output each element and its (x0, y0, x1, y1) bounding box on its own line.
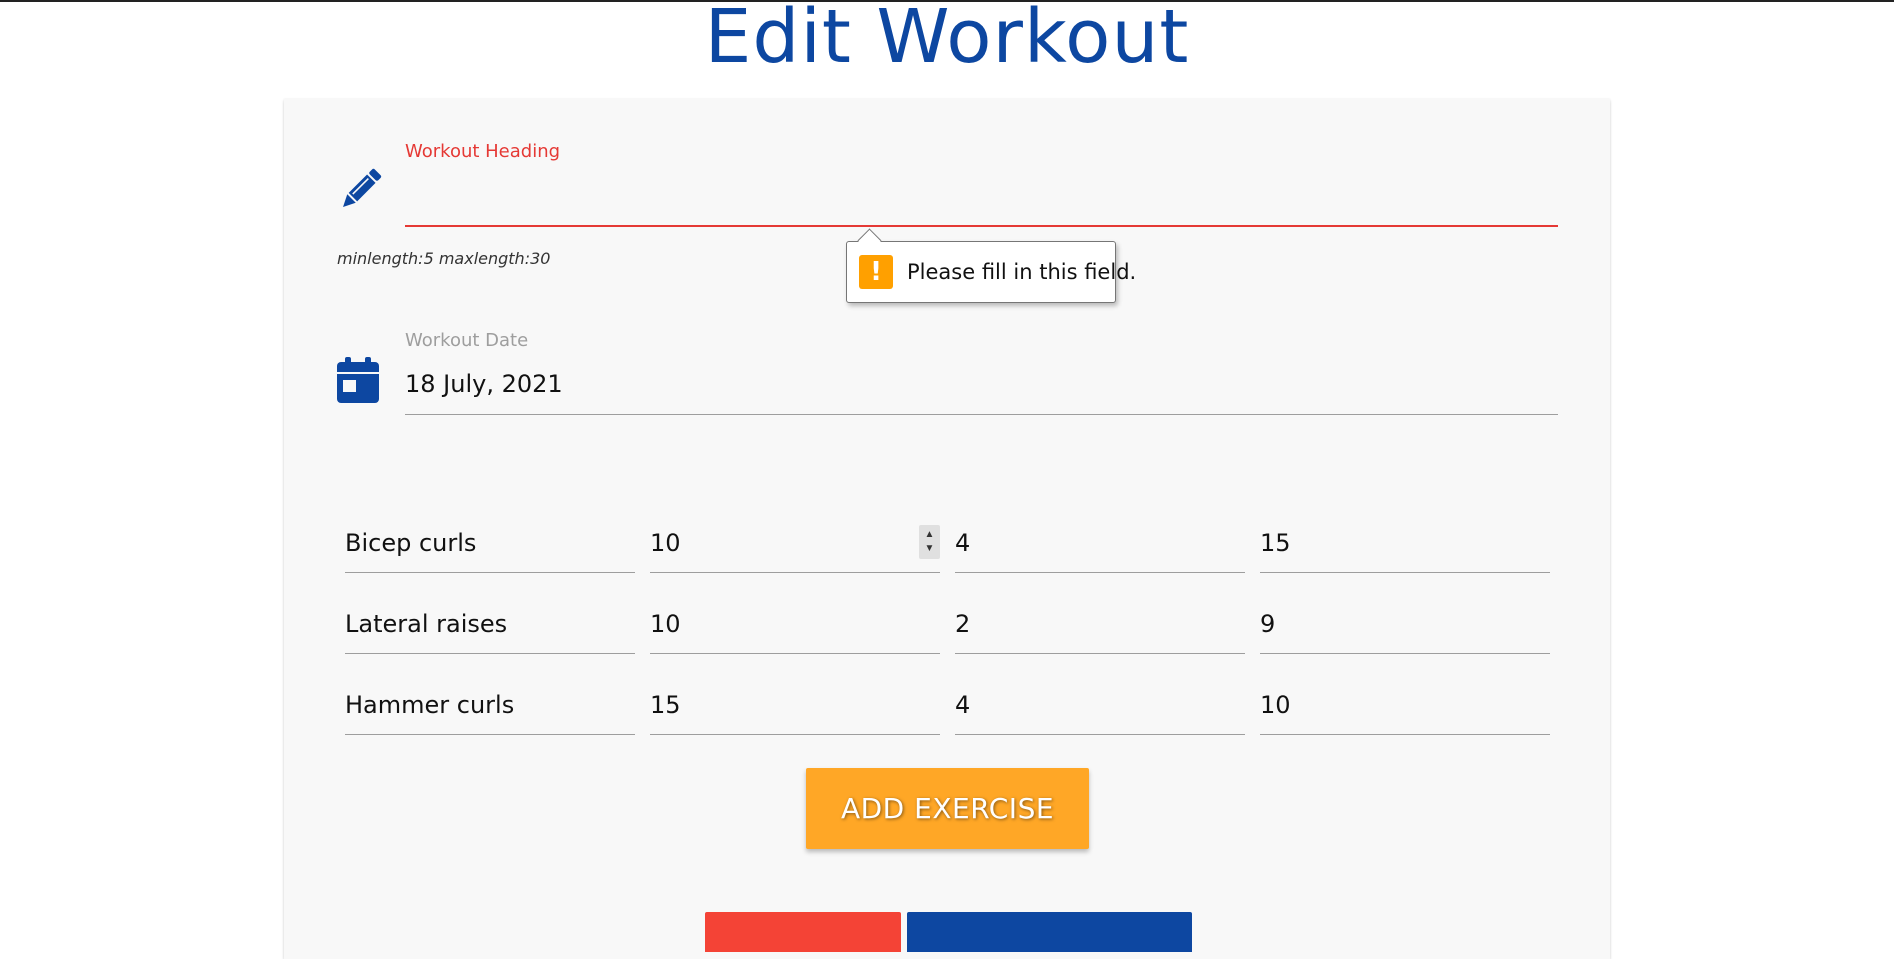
workout-heading-underline (405, 225, 1558, 227)
exercise-sets-cell (955, 515, 1245, 573)
exercise-reps-input[interactable] (650, 596, 940, 652)
exercise-weight-cell (1260, 515, 1550, 573)
calendar-icon (337, 357, 379, 403)
spinner-down-icon[interactable]: ▼ (919, 543, 940, 555)
number-spinner[interactable]: ▲ ▼ (919, 525, 940, 559)
validation-message: Please fill in this field. (907, 260, 1137, 284)
edit-workout-form: Workout Heading minlength:5 maxlength:30… (284, 99, 1610, 959)
exercise-row (345, 677, 1556, 735)
exercise-name-underline (345, 734, 635, 735)
exercise-sets-underline (955, 734, 1245, 735)
pencil-icon (343, 168, 382, 207)
exercise-weight-underline (1260, 734, 1550, 735)
exercise-reps-underline (650, 653, 940, 654)
exercise-reps-underline (650, 734, 940, 735)
spinner-up-icon[interactable]: ▲ (919, 529, 940, 541)
exercise-name-cell (345, 677, 635, 735)
exercise-row: ▲ ▼ (345, 515, 1556, 573)
workout-heading-input[interactable] (405, 175, 1558, 223)
cancel-button[interactable] (705, 912, 901, 952)
exercise-reps-cell: ▲ ▼ (650, 515, 940, 573)
validation-tooltip: ! Please fill in this field. (846, 228, 1136, 303)
exercise-name-underline (345, 572, 635, 573)
exercise-sets-input[interactable] (955, 677, 1245, 733)
exercise-weight-cell (1260, 677, 1550, 735)
exercise-sets-input[interactable] (955, 515, 1245, 571)
exercise-reps-underline (650, 572, 940, 573)
exercise-reps-input[interactable] (650, 677, 940, 733)
exercise-weight-input[interactable] (1260, 677, 1550, 733)
workout-date-label: Workout Date (405, 330, 529, 351)
exercise-sets-cell (955, 596, 1245, 654)
exercise-name-cell (345, 596, 635, 654)
warning-icon: ! (859, 255, 893, 289)
exercise-reps-input[interactable] (650, 515, 940, 571)
exercise-sets-input[interactable] (955, 596, 1245, 652)
exercise-name-input[interactable] (345, 596, 635, 652)
exercise-sets-cell (955, 677, 1245, 735)
exercise-row (345, 596, 1556, 654)
exercise-weight-input[interactable] (1260, 515, 1550, 571)
exercise-reps-cell (650, 677, 940, 735)
workout-date-underline (405, 414, 1558, 415)
exercise-name-underline (345, 653, 635, 654)
exercise-name-input[interactable] (345, 677, 635, 733)
exercise-reps-cell (650, 596, 940, 654)
exercise-weight-underline (1260, 653, 1550, 654)
exercise-name-cell (345, 515, 635, 573)
workout-date-input[interactable] (405, 359, 1558, 409)
tooltip-arrow (857, 228, 882, 253)
exercise-sets-underline (955, 653, 1245, 654)
exercise-weight-cell (1260, 596, 1550, 654)
exercise-name-input[interactable] (345, 515, 635, 571)
exercise-weight-underline (1260, 572, 1550, 573)
exercise-weight-input[interactable] (1260, 596, 1550, 652)
save-button[interactable] (907, 912, 1192, 952)
page-title: Edit Workout (704, 0, 1190, 80)
workout-heading-label: Workout Heading (405, 141, 561, 162)
workout-heading-hint: minlength:5 maxlength:30 (337, 249, 551, 268)
exercise-sets-underline (955, 572, 1245, 573)
add-exercise-button[interactable]: ADD EXERCISE (806, 768, 1089, 849)
